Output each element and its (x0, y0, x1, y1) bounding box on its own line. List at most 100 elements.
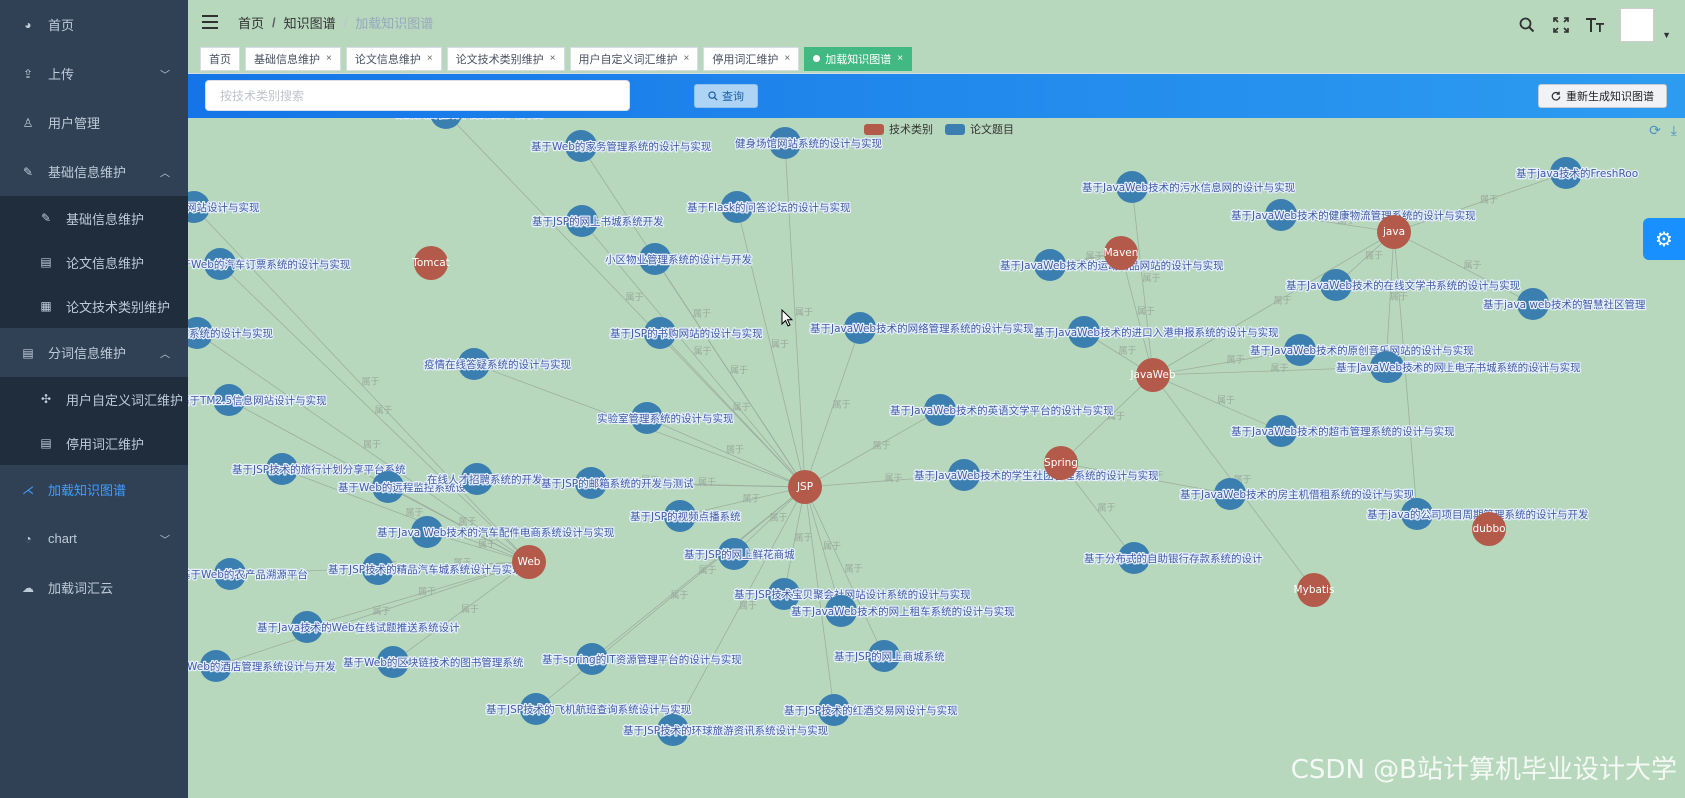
paper-node[interactable]: 基于JavaWeb技术的英语文学平台的设计与实现 (889, 394, 1115, 426)
paper-node[interactable]: 基于JSP的邮箱系统的开发与测试 (540, 467, 695, 499)
category-search-input[interactable] (220, 88, 629, 103)
sidebar-item[interactable]: ✎ 基础信息维护 (0, 196, 188, 240)
sidebar-item[interactable]: ▤ 分词信息维护 ︿ (0, 328, 188, 377)
close-icon[interactable]: × (897, 53, 903, 64)
tech-node-java[interactable]: java (1377, 215, 1411, 249)
paper-node[interactable]: 基于JSP技术的精品汽车城系统设计与实现 (327, 553, 524, 585)
paper-node-label: 基于JSP的视频点播系统 (630, 510, 741, 523)
tag-1[interactable]: 基础信息维护 × (245, 46, 341, 71)
avatar[interactable] (1620, 8, 1655, 42)
download-icon[interactable]: ⤓ (1671, 122, 1677, 139)
navbar-tools: ▼ (1518, 8, 1671, 42)
tech-node-mybatis[interactable]: Mybatis (1294, 573, 1335, 607)
tech-node-web[interactable]: Web (512, 545, 546, 579)
paper-node[interactable]: 基于JavaWeb技术的房主机借租系统的设计与实现 (1179, 478, 1416, 510)
font-size-icon[interactable] (1586, 16, 1605, 34)
sidebar-item[interactable]: ▤ 论文信息维护 (0, 240, 188, 284)
paper-node[interactable]: 基于JSP技术的红酒交易网设计与实现 (783, 694, 959, 726)
paper-node[interactable]: 基于分布式的自助银行存款系统的设计 (1083, 542, 1264, 574)
edit-icon: ✎ (22, 164, 34, 179)
tag-5[interactable]: 停用词汇维护 × (703, 46, 800, 71)
tech-node-label: java (1382, 226, 1405, 238)
paper-node[interactable]: 基于JavaWeb技术的污水信息网的设计与实现 (1081, 171, 1297, 203)
restore-icon[interactable]: ⟳ (1649, 122, 1661, 139)
paper-node[interactable]: 基于spring的IT资源管理平台的设计与实现 (541, 643, 743, 675)
settings-gear-icon[interactable]: ⚙ (1643, 218, 1685, 260)
sidebar-item[interactable]: ☁ 加载词汇云 (0, 563, 188, 612)
edge-label: 属于 (771, 339, 789, 350)
sidebar-item[interactable]: ✎ 基础信息维护 ︿ (0, 147, 188, 196)
paper-node[interactable]: 线上订餐系统的设计与实现 (188, 317, 275, 349)
search-icon[interactable] (1518, 16, 1536, 34)
edge-label: 属于 (1098, 503, 1116, 514)
sidebar-item[interactable]: ♙ 用户管理 (0, 98, 188, 147)
sidebar-item[interactable]: ⋌ 加载知识图谱 (0, 465, 188, 514)
sidebar-item[interactable]: ▦ 论文技术类别维护 (0, 284, 188, 328)
paper-node[interactable]: 基于JavaWeb技术的网络管理系统的设计与实现 (809, 312, 1035, 344)
paper-node[interactable]: 基于Java技术的Web在线试题推送系统设计 (256, 611, 461, 643)
paper-node[interactable]: 某某类目在线平台的设计与开发 (395, 118, 545, 129)
watermark: CSDN @B站计算机毕业设计大学 (1290, 755, 1677, 785)
paper-node[interactable]: 基于JSP技术的环球旅游资讯系统设计与实现 (622, 714, 830, 746)
sidebar-item[interactable]: ✣ 用户自定义词汇维护 (0, 377, 188, 421)
paper-node[interactable]: 基于JavaWeb技术的学生社团管理系统的设计与实现 (913, 459, 1160, 491)
tech-node-jsp[interactable]: JSP (788, 470, 822, 504)
paper-node[interactable]: 基于JavaWeb技术的超市管理系统的设计与实现 (1230, 415, 1456, 447)
main-area: 首页 / 知识图谱 / 加载知识图谱 ▼ 首页 基础信息维护 × 论文信息维护 × 论文技… (188, 0, 1685, 798)
paper-node[interactable]: 基于JSP的网上书城系统开发 (531, 205, 665, 237)
hamburger-icon[interactable] (202, 15, 218, 29)
cloud-icon: ☁ (22, 580, 34, 595)
knowledge-graph[interactable]: 属于 属于 属于 属于 属于 属于 属于 属于 属于 属于 属于 属于 属于 属于 属于 属于 属于 属于 属于 属于… (188, 118, 1685, 798)
paper-node[interactable]: 基于Web的家务管理系统的设计与实现 (530, 130, 713, 162)
tag-3[interactable]: 论文技术类别维护 × (446, 46, 565, 71)
regenerate-graph-button[interactable]: 重新生成知识图谱 (1538, 84, 1667, 108)
fullscreen-icon[interactable] (1552, 16, 1570, 34)
paper-node-label: 基于JSP的书购网站的设计与实现 (610, 327, 763, 340)
paper-node[interactable]: 基于Web的汽车订票系统的设计与实现 (188, 248, 352, 280)
tag-2[interactable]: 论文信息维护 × (345, 46, 442, 71)
paper-node[interactable]: 基于TM2.5信息网站设计与实现 (188, 384, 328, 416)
paper-node[interactable]: 基于Web的农产品溯源平台 (188, 558, 309, 590)
sidebar-item[interactable]: ◔ chart ﹀ (0, 514, 188, 563)
close-icon[interactable]: × (427, 53, 433, 64)
close-icon[interactable]: × (684, 53, 690, 64)
paper-node[interactable]: 实验室管理系统的设计与实现 (596, 402, 735, 434)
sidebar-item[interactable]: ▤ 停用词汇维护 (0, 421, 188, 465)
close-icon[interactable]: × (550, 53, 556, 64)
query-button[interactable]: 查询 (694, 84, 758, 108)
paper-node[interactable]: 基于JSP的视频点播系统 (629, 500, 742, 532)
paper-node[interactable]: 基于JavaWeb技术的进口入港申报系统的设计与实现 (1033, 316, 1280, 348)
chevron-down-icon: ﹀ (160, 70, 170, 81)
close-icon[interactable]: × (326, 53, 332, 64)
knowledge-graph-canvas[interactable]: 属于属于 属于属于属于属于属于属于属于属于 属于属于 属于属于属于属于 属于 属于属于属于… (188, 118, 1685, 798)
legend-item-paper[interactable]: 论文题目 (945, 121, 1014, 137)
close-icon[interactable]: × (784, 53, 790, 64)
edge-label: 属于 (730, 365, 748, 376)
tech-node-dubbo[interactable]: dubbo (1472, 512, 1506, 546)
paper-node[interactable]: 基于Web的区块链技术的图书管理系统 (342, 646, 525, 678)
breadcrumb-section[interactable]: 知识图谱 (284, 13, 336, 32)
paper-node[interactable]: 基于java web技术的智慧社区管理 (1482, 288, 1647, 320)
paper-node[interactable]: 基于Flask的问答论坛的设计与实现 (686, 191, 852, 223)
tag-6[interactable]: 加载知识图谱 × (804, 46, 913, 71)
navbar: 首页 / 知识图谱 / 加载知识图谱 ▼ (188, 0, 1685, 44)
legend-item-tech[interactable]: 技术类别 (864, 121, 933, 137)
paper-node[interactable]: 基于JSP的书购网站的设计与实现 (609, 317, 764, 349)
paper-node[interactable]: 健身场馆网站系统的设计与实现 (734, 127, 884, 159)
paper-node[interactable]: 基于JSP的网上商城系统 (833, 640, 946, 672)
paper-node[interactable]: 数码购物网站设计与实现 (188, 191, 261, 223)
tag-4[interactable]: 用户自定义词汇维护 × (569, 46, 699, 71)
caret-down-icon[interactable]: ▼ (1662, 30, 1671, 40)
tech-node-tomcat[interactable]: Tomcat (411, 246, 450, 280)
paper-node[interactable]: 小区物业管理系统的设计与开发 (604, 243, 754, 275)
tech-node-spring[interactable]: Spring (1044, 446, 1078, 480)
breadcrumb-separator: / (343, 14, 348, 30)
sidebar-item[interactable]: ⇪ 上传 ﹀ (0, 49, 188, 98)
paper-node-label: 基于JavaWeb技术的超市管理系统的设计与实现 (1231, 425, 1455, 438)
paper-node[interactable]: 基于Web的酒店管理系统设计与开发 (188, 650, 338, 682)
breadcrumb-home[interactable]: 首页 (238, 13, 264, 32)
tag-0[interactable]: 首页 (200, 46, 240, 71)
paper-node[interactable]: 疫情在线答疑系统的设计与实现 (423, 348, 573, 380)
sidebar-item[interactable]: ◕ 首页 (0, 0, 188, 49)
tech-node-javaweb[interactable]: JavaWeb (1129, 358, 1176, 392)
